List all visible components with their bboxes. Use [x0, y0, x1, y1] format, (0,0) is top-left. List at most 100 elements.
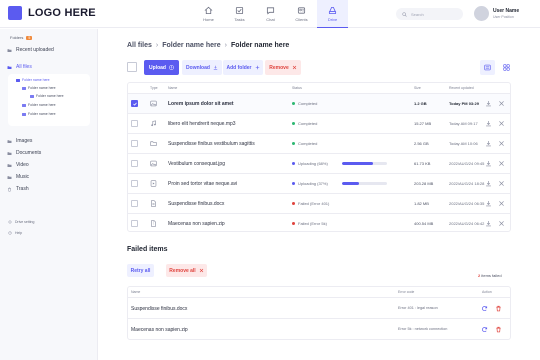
- trash-icon[interactable]: [495, 305, 502, 312]
- tree-folder-label: Folder name here: [28, 112, 56, 116]
- file-name[interactable]: Lorem ipsum dolor sit amet: [168, 101, 234, 107]
- add-folder-button-label: Add folder: [226, 64, 252, 71]
- file-name[interactable]: Suspendisse finibus.docx: [168, 201, 224, 207]
- folder-icon: [7, 163, 12, 167]
- file-name[interactable]: Suspendisse finibus vestibulum sagittis: [168, 141, 255, 147]
- failed-count-number: 2: [478, 273, 481, 278]
- col-type[interactable]: Type: [150, 86, 158, 90]
- row-checkbox[interactable]: [131, 160, 138, 167]
- remove-all-button[interactable]: Remove all: [166, 264, 207, 277]
- grid-view-button[interactable]: [499, 60, 514, 75]
- file-status: Completed: [292, 101, 317, 106]
- sidebar-item-recent-uploaded[interactable]: Recent uploaded: [7, 47, 54, 53]
- remove-icon[interactable]: [498, 140, 505, 147]
- remove-icon[interactable]: [498, 220, 505, 227]
- avatar[interactable]: [474, 6, 489, 21]
- chevron-right-icon: ›: [155, 42, 159, 49]
- col-recent-updated[interactable]: Recent updated: [449, 86, 474, 90]
- tree-folder[interactable]: Folder name here: [30, 94, 64, 98]
- col-status[interactable]: Status: [292, 86, 302, 90]
- download-icon[interactable]: [485, 180, 492, 187]
- download-icon[interactable]: [485, 160, 492, 167]
- table-row[interactable]: Lorem ipsum dolor sit amet Completed 1.2 G…: [128, 93, 510, 113]
- row-checkbox[interactable]: [131, 100, 138, 107]
- download-icon[interactable]: [485, 120, 492, 127]
- retry-icon[interactable]: [481, 305, 488, 312]
- tree-folder[interactable]: Folder name here: [22, 103, 56, 107]
- drive-setting-label: Drive setting: [15, 220, 35, 224]
- search-box[interactable]: [396, 8, 463, 20]
- tree-folder[interactable]: Folder name here: [22, 86, 56, 90]
- remove-button[interactable]: Remove: [265, 60, 301, 75]
- file-name[interactable]: Maecenas non sapien.zip: [168, 221, 225, 227]
- upload-icon: [169, 65, 174, 70]
- remove-icon[interactable]: [498, 100, 505, 107]
- files-table-header: Type Name Status Size Recent updated: [128, 83, 510, 93]
- user-name: User Name: [493, 8, 520, 14]
- row-checkbox[interactable]: [131, 200, 138, 207]
- remove-icon[interactable]: [498, 200, 505, 207]
- nav-drive[interactable]: Drive: [317, 0, 348, 28]
- table-row[interactable]: Vestibulum consequat.jpg Uploading (68%) 6…: [128, 153, 510, 173]
- download-button[interactable]: Download: [182, 60, 222, 75]
- add-folder-button[interactable]: Add folder: [223, 60, 263, 75]
- row-checkbox[interactable]: [131, 220, 138, 227]
- row-checkbox[interactable]: [131, 120, 138, 127]
- table-row[interactable]: Suspendisse finibus vestibulum sagittis C…: [128, 133, 510, 153]
- help-link[interactable]: Help: [8, 231, 22, 235]
- file-status: Failed (Error 401): [292, 201, 329, 206]
- row-checkbox[interactable]: [131, 140, 138, 147]
- user-profile[interactable]: User Name User Position: [474, 6, 519, 21]
- nav-chat[interactable]: Chat: [255, 0, 286, 28]
- logo-mark: [8, 6, 22, 20]
- row-checkbox[interactable]: [131, 180, 138, 187]
- table-row[interactable]: Proin sed tortor vitae neque.avi Uploadin…: [128, 173, 510, 193]
- remove-icon[interactable]: [498, 160, 505, 167]
- download-icon[interactable]: [485, 220, 492, 227]
- retry-icon[interactable]: [481, 326, 488, 333]
- file-type-icon: [150, 100, 157, 107]
- file-name[interactable]: Vestibulum consequat.jpg: [168, 161, 225, 167]
- remove-icon[interactable]: [498, 120, 505, 127]
- col-name[interactable]: Name: [168, 86, 177, 90]
- folders-count-badge: 5: [26, 35, 33, 40]
- retry-all-button[interactable]: Retry all: [127, 264, 154, 277]
- breadcrumb-item[interactable]: All files: [127, 42, 152, 49]
- file-name[interactable]: libero elit hendrerit neque.mp3: [168, 121, 236, 127]
- folder-icon: [16, 78, 20, 82]
- sidebar-item-documents[interactable]: Documents: [7, 150, 41, 156]
- search-input[interactable]: [411, 11, 461, 17]
- drive-icon: [328, 6, 337, 14]
- nav-home[interactable]: Home: [193, 0, 224, 28]
- sidebar-item-music[interactable]: Music: [7, 174, 29, 180]
- table-row[interactable]: libero elit hendrerit neque.mp3 Completed…: [128, 113, 510, 133]
- trash-icon[interactable]: [495, 326, 502, 333]
- remove-icon[interactable]: [498, 180, 505, 187]
- download-icon[interactable]: [485, 140, 492, 147]
- list-view-button[interactable]: [480, 60, 495, 75]
- table-row[interactable]: Suspendisse finibus.docx Failed (Error 40…: [128, 193, 510, 213]
- sidebar-item-all-files[interactable]: All files: [7, 64, 32, 70]
- file-status-text: Uploading (37%): [298, 181, 328, 186]
- sidebar-item-video[interactable]: Video: [7, 162, 29, 168]
- sidebar-item-label: Trash: [16, 186, 29, 192]
- sidebar-item-images[interactable]: Images: [7, 138, 32, 144]
- file-name[interactable]: Proin sed tortor vitae neque.avi: [168, 181, 237, 187]
- file-status: Failed (Error 5k): [292, 221, 327, 226]
- upload-button[interactable]: Upload: [144, 60, 179, 75]
- gear-icon: [8, 220, 12, 224]
- tree-folder[interactable]: Folder name here: [22, 112, 56, 116]
- col-size[interactable]: Size: [414, 86, 421, 90]
- status-dot: [292, 162, 295, 165]
- select-all-checkbox[interactable]: [127, 62, 137, 72]
- nav-tasks[interactable]: Tasks: [224, 0, 255, 28]
- breadcrumb-item[interactable]: Folder name here: [162, 42, 220, 49]
- download-icon[interactable]: [485, 100, 492, 107]
- sidebar-item-trash[interactable]: Trash: [7, 186, 29, 192]
- download-icon[interactable]: [485, 200, 492, 207]
- nav-clients[interactable]: Clients: [286, 0, 317, 28]
- tree-folder[interactable]: Folder name here: [16, 78, 50, 82]
- drive-setting-link[interactable]: Drive setting: [8, 220, 34, 224]
- logo[interactable]: LOGO HERE: [8, 6, 96, 20]
- table-row[interactable]: Maecenas non sapien.zip Failed (Error 5k)…: [128, 213, 510, 233]
